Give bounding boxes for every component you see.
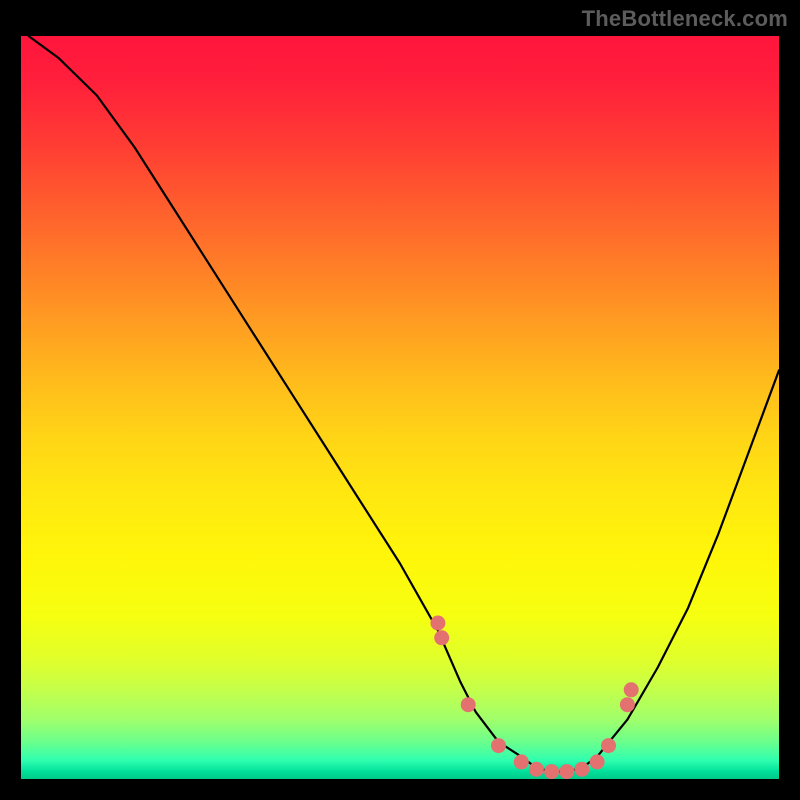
watermark-text: TheBottleneck.com [582, 6, 788, 32]
highlight-marker [624, 682, 639, 697]
highlight-marker [434, 630, 449, 645]
highlight-marker [574, 762, 589, 777]
highlight-marker [544, 764, 559, 779]
highlight-marker [461, 697, 476, 712]
curve-svg [21, 36, 779, 779]
highlight-marker [514, 754, 529, 769]
highlight-marker [529, 762, 544, 777]
bottleneck-curve [29, 36, 779, 772]
highlight-marker [590, 754, 605, 769]
highlight-marker [620, 697, 635, 712]
highlight-marker [430, 616, 445, 631]
highlight-marker [491, 738, 506, 753]
plot-area [21, 36, 779, 779]
highlight-marker [601, 738, 616, 753]
chart-frame: TheBottleneck.com [0, 0, 800, 800]
highlight-marker [559, 764, 574, 779]
marker-group [430, 616, 638, 780]
